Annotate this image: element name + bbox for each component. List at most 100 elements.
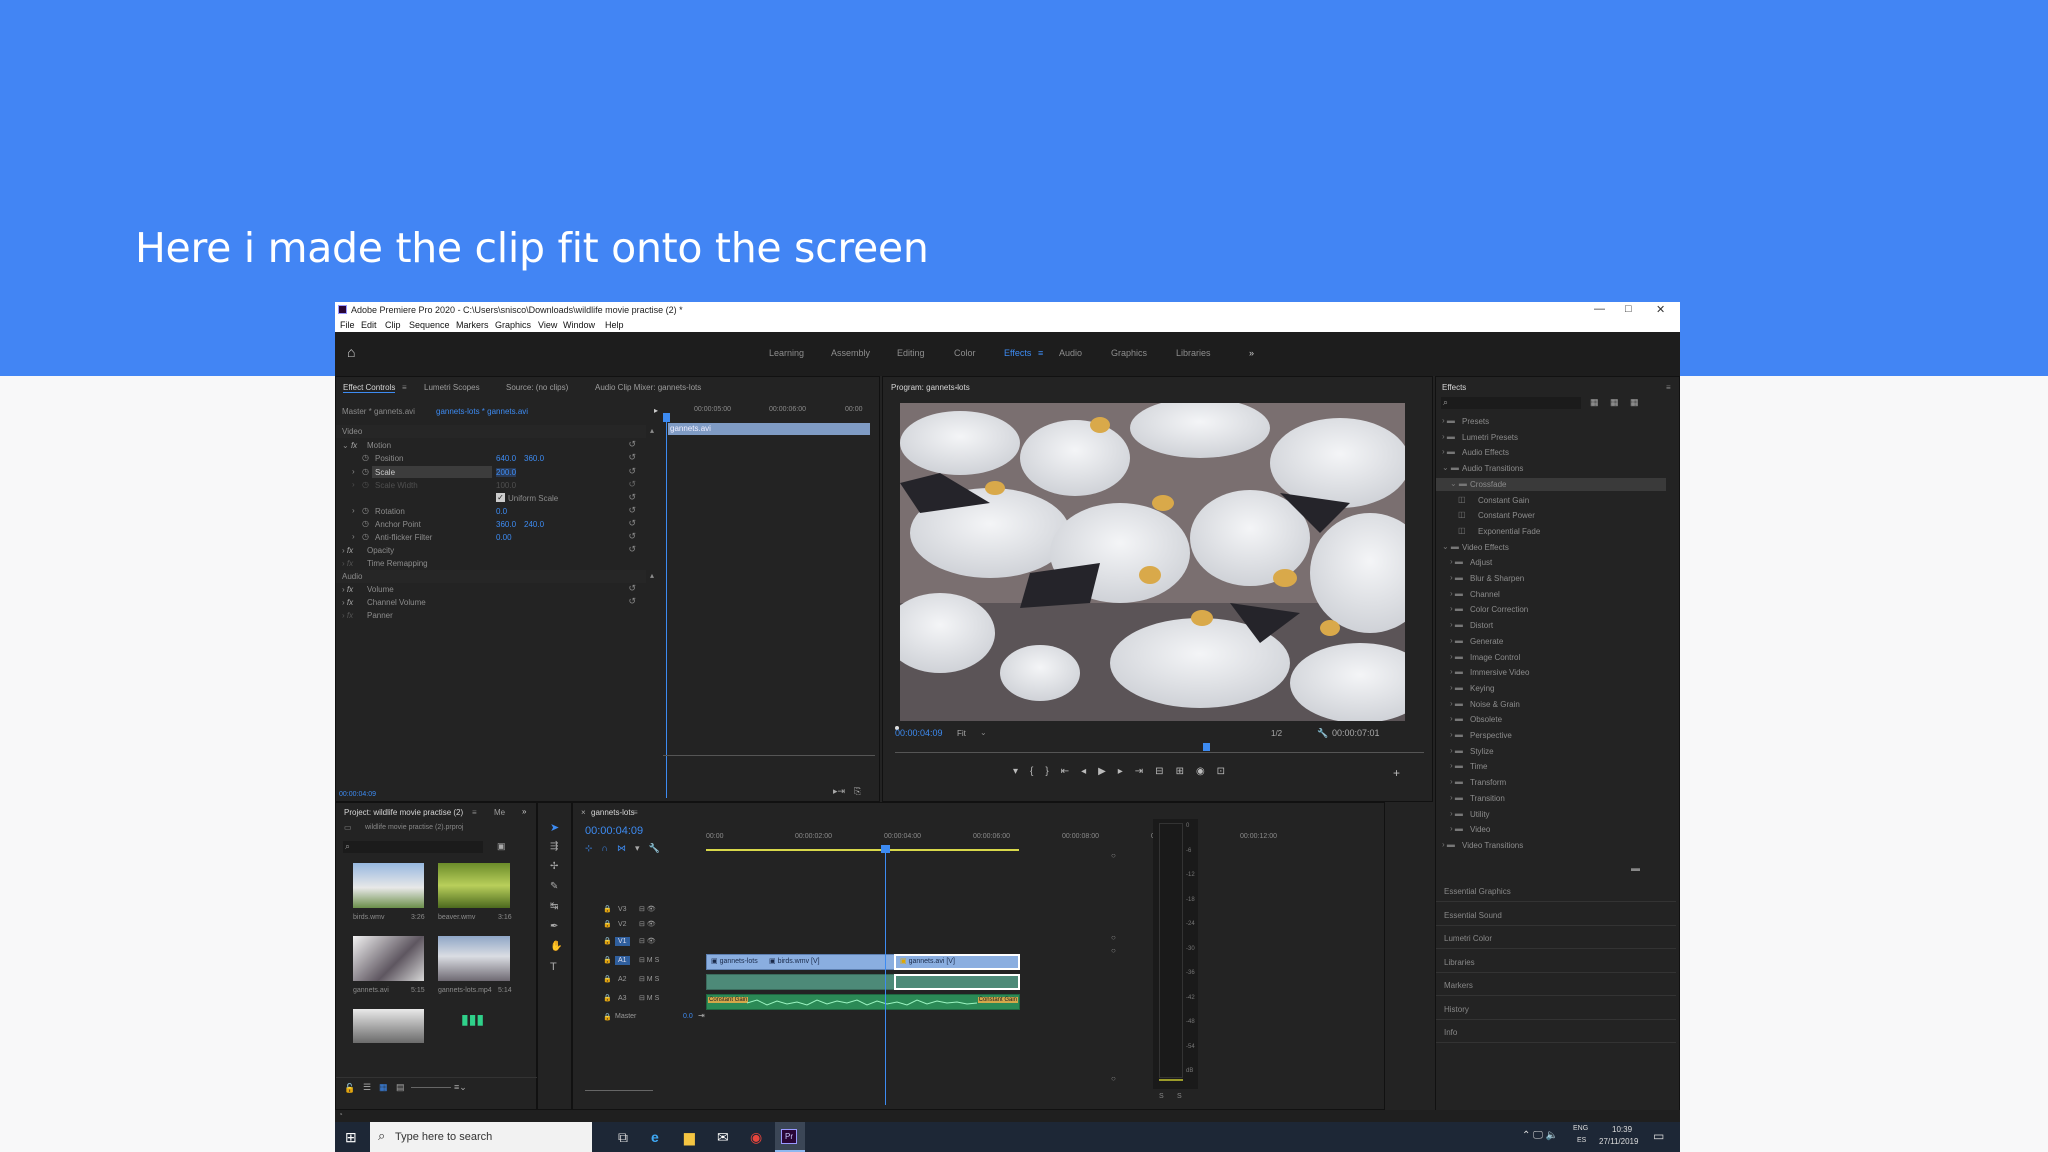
reset-icon[interactable]: ↺ bbox=[628, 531, 636, 542]
track-header-v3[interactable]: 🔒 V3 ⊟ 👁 bbox=[603, 904, 703, 918]
clip-v1-gannets[interactable]: ▣ gannets.avi [V] bbox=[894, 954, 1020, 970]
menu-edit[interactable]: Edit bbox=[361, 320, 377, 330]
track-label[interactable]: A2 bbox=[615, 975, 630, 984]
scale-row[interactable]: › ◷ Scale 200.0 ↺ bbox=[336, 466, 646, 479]
icon-view-icon[interactable]: ▦ bbox=[379, 1082, 388, 1093]
workspace-libraries[interactable]: Libraries bbox=[1176, 348, 1211, 358]
quality-dropdown[interactable]: 1/2 bbox=[1271, 729, 1282, 738]
project-menu-icon[interactable]: ≡ bbox=[472, 808, 477, 817]
audio-waveform-icon[interactable]: ▮▮▮ bbox=[461, 1011, 485, 1029]
program-video-frame[interactable] bbox=[900, 403, 1405, 721]
wrench-icon[interactable]: 🔧 bbox=[1317, 728, 1328, 739]
timeline-sequence-tab[interactable]: gannets-lots bbox=[591, 808, 635, 817]
master-volume-value[interactable]: 0.0 bbox=[683, 1013, 693, 1020]
reset-icon[interactable]: ↺ bbox=[628, 583, 636, 594]
effects-tree-item[interactable]: › ▬ Immersive Video bbox=[1436, 666, 1666, 679]
file-explorer-icon[interactable]: ▆ bbox=[684, 1129, 695, 1146]
track-mute-solo-icon[interactable]: ⊟ M S bbox=[639, 975, 659, 983]
effects-tree-item[interactable]: › ▬ Presets bbox=[1436, 415, 1666, 428]
channel-volume-row[interactable]: › fx Channel Volume ↺ bbox=[336, 596, 646, 609]
new-bin-icon[interactable]: ▣ bbox=[497, 841, 506, 852]
zoom-slider[interactable] bbox=[411, 1087, 451, 1088]
effects-tree-item[interactable]: › ▬ Stylize bbox=[1436, 745, 1666, 758]
antiflicker-row[interactable]: › ◷ Anti-flicker Filter 0.00 ↺ bbox=[336, 531, 646, 544]
stopwatch-icon[interactable]: ◷ bbox=[362, 519, 369, 528]
razor-tool-icon[interactable]: ✎ bbox=[550, 881, 558, 892]
tab-menu-icon[interactable]: ≡ bbox=[402, 383, 407, 392]
volume-row[interactable]: › fx Volume ↺ bbox=[336, 583, 646, 596]
panner-row[interactable]: › fx Panner bbox=[336, 609, 646, 622]
ec-playhead-head[interactable] bbox=[663, 413, 670, 422]
reset-icon[interactable]: ↺ bbox=[628, 518, 636, 529]
slip-tool-icon[interactable]: ↹ bbox=[550, 901, 558, 912]
fit-dropdown[interactable]: Fit bbox=[957, 729, 966, 738]
language-indicator[interactable]: ENG bbox=[1573, 1125, 1588, 1132]
motion-row[interactable]: ⌄ fx Motion ↺ bbox=[336, 439, 646, 452]
thumb-gannets-lots[interactable] bbox=[438, 936, 510, 981]
clip-a1-selected[interactable] bbox=[894, 974, 1020, 990]
tab-source[interactable]: Source: (no clips) bbox=[506, 383, 568, 392]
track-label[interactable]: V3 bbox=[615, 905, 630, 914]
accelerated-effects-icon[interactable]: ▦ bbox=[1590, 397, 1599, 408]
workspace-graphics[interactable]: Graphics bbox=[1111, 348, 1147, 358]
clip-v1-gannets-lots[interactable]: ▣ gannets-lots ▣ birds.wmv [V] bbox=[706, 954, 895, 970]
task-view-icon[interactable]: ⧉ bbox=[618, 1129, 628, 1146]
minimize-button[interactable]: — bbox=[1594, 303, 1605, 315]
position-x-value[interactable]: 640.0 bbox=[496, 454, 516, 463]
effects-tree-item[interactable]: › ▬ Keying bbox=[1436, 682, 1666, 695]
effects-tree-item[interactable]: › ▬ Time bbox=[1436, 760, 1666, 773]
track-select-tool-icon[interactable]: ⇶ bbox=[550, 841, 558, 852]
timeline-menu-icon[interactable]: ≡ bbox=[633, 808, 638, 817]
track-visibility-icon[interactable]: ⊟ 👁 bbox=[639, 920, 656, 928]
project-search-input[interactable]: ⌕ bbox=[343, 841, 483, 853]
effects-tree-item[interactable]: ◫ Exponential Fade bbox=[1436, 525, 1666, 538]
ec-current-timecode[interactable]: 00:00:04:09 bbox=[339, 791, 376, 798]
workspace-overflow-icon[interactable]: » bbox=[1249, 348, 1254, 358]
timeline-ruler[interactable]: 00:00 00:00:02:00 00:00:04:00 00:00:06:00 00… bbox=[706, 833, 1306, 847]
menu-clip[interactable]: Clip bbox=[385, 320, 401, 330]
language-sub[interactable]: ES bbox=[1577, 1137, 1586, 1144]
track-lock-icon[interactable]: 🔒 bbox=[603, 905, 612, 913]
program-timecode[interactable]: 00:00:04:09 bbox=[895, 728, 943, 738]
effects-search-input[interactable]: ⌕ bbox=[1441, 397, 1581, 409]
side-panel-essential-sound[interactable]: Essential Sound bbox=[1436, 906, 1676, 926]
track-mute-solo-icon[interactable]: ⊟ M S bbox=[639, 994, 659, 1002]
reset-icon[interactable]: ↺ bbox=[628, 544, 636, 555]
track-header-a2[interactable]: 🔒 A2 ⊟ M S bbox=[603, 974, 703, 988]
scale-value[interactable]: 200.0 bbox=[496, 468, 517, 477]
track-header-a1[interactable]: 🔒 A1 ⊟ M S bbox=[603, 955, 703, 969]
workspace-editing[interactable]: Editing bbox=[897, 348, 925, 358]
ec-playhead[interactable] bbox=[666, 413, 667, 798]
work-area-bar[interactable] bbox=[706, 849, 1019, 851]
timeline-playhead[interactable] bbox=[885, 850, 886, 1105]
new-bin-icon[interactable]: ▬ bbox=[1631, 863, 1640, 873]
effects-tree-item[interactable]: ⌄ ▬ Video Effects bbox=[1436, 541, 1666, 554]
menu-file[interactable]: File bbox=[340, 320, 355, 330]
effects-tree-item[interactable]: › ▬ Obsolete bbox=[1436, 713, 1666, 726]
workspace-audio[interactable]: Audio bbox=[1059, 348, 1082, 358]
effects-tree-item[interactable]: ⌄ ▬ Audio Transitions bbox=[1436, 462, 1666, 475]
ripple-edit-tool-icon[interactable]: ✢ bbox=[550, 861, 558, 872]
track-label[interactable]: A3 bbox=[615, 994, 630, 1003]
rotation-row[interactable]: › ◷ Rotation 0.0 ↺ bbox=[336, 505, 646, 518]
reset-icon[interactable]: ↺ bbox=[628, 439, 636, 450]
time-remapping-row[interactable]: › fx Time Remapping bbox=[336, 557, 646, 570]
selection-tool-icon[interactable]: ➤ bbox=[550, 821, 559, 834]
uniform-scale-checkbox[interactable]: ✓ bbox=[496, 493, 505, 502]
meter-solo-button[interactable]: S bbox=[1177, 1093, 1182, 1100]
maximize-button[interactable]: □ bbox=[1625, 303, 1632, 315]
vertical-scroll-handle[interactable]: ○ bbox=[1111, 851, 1116, 860]
thumb-clip-5[interactable] bbox=[353, 1009, 424, 1043]
edge-icon[interactable]: e bbox=[651, 1129, 659, 1145]
workspace-learning[interactable]: Learning bbox=[769, 348, 804, 358]
track-label[interactable]: V2 bbox=[615, 920, 630, 929]
stopwatch-icon[interactable]: ◷ bbox=[362, 453, 369, 462]
transition-constant-gain[interactable]: Constant Gain bbox=[708, 997, 749, 1003]
clip-a1[interactable] bbox=[706, 974, 895, 990]
track-lock-icon[interactable]: 🔒 bbox=[603, 937, 612, 945]
workspace-effects[interactable]: Effects bbox=[1004, 348, 1031, 358]
uniform-scale-row[interactable]: ✓ Uniform Scale ↺ bbox=[336, 492, 646, 505]
reset-icon[interactable]: ↺ bbox=[628, 505, 636, 516]
type-tool-icon[interactable]: T bbox=[550, 961, 557, 973]
side-panel-history[interactable]: History bbox=[1436, 1000, 1676, 1020]
